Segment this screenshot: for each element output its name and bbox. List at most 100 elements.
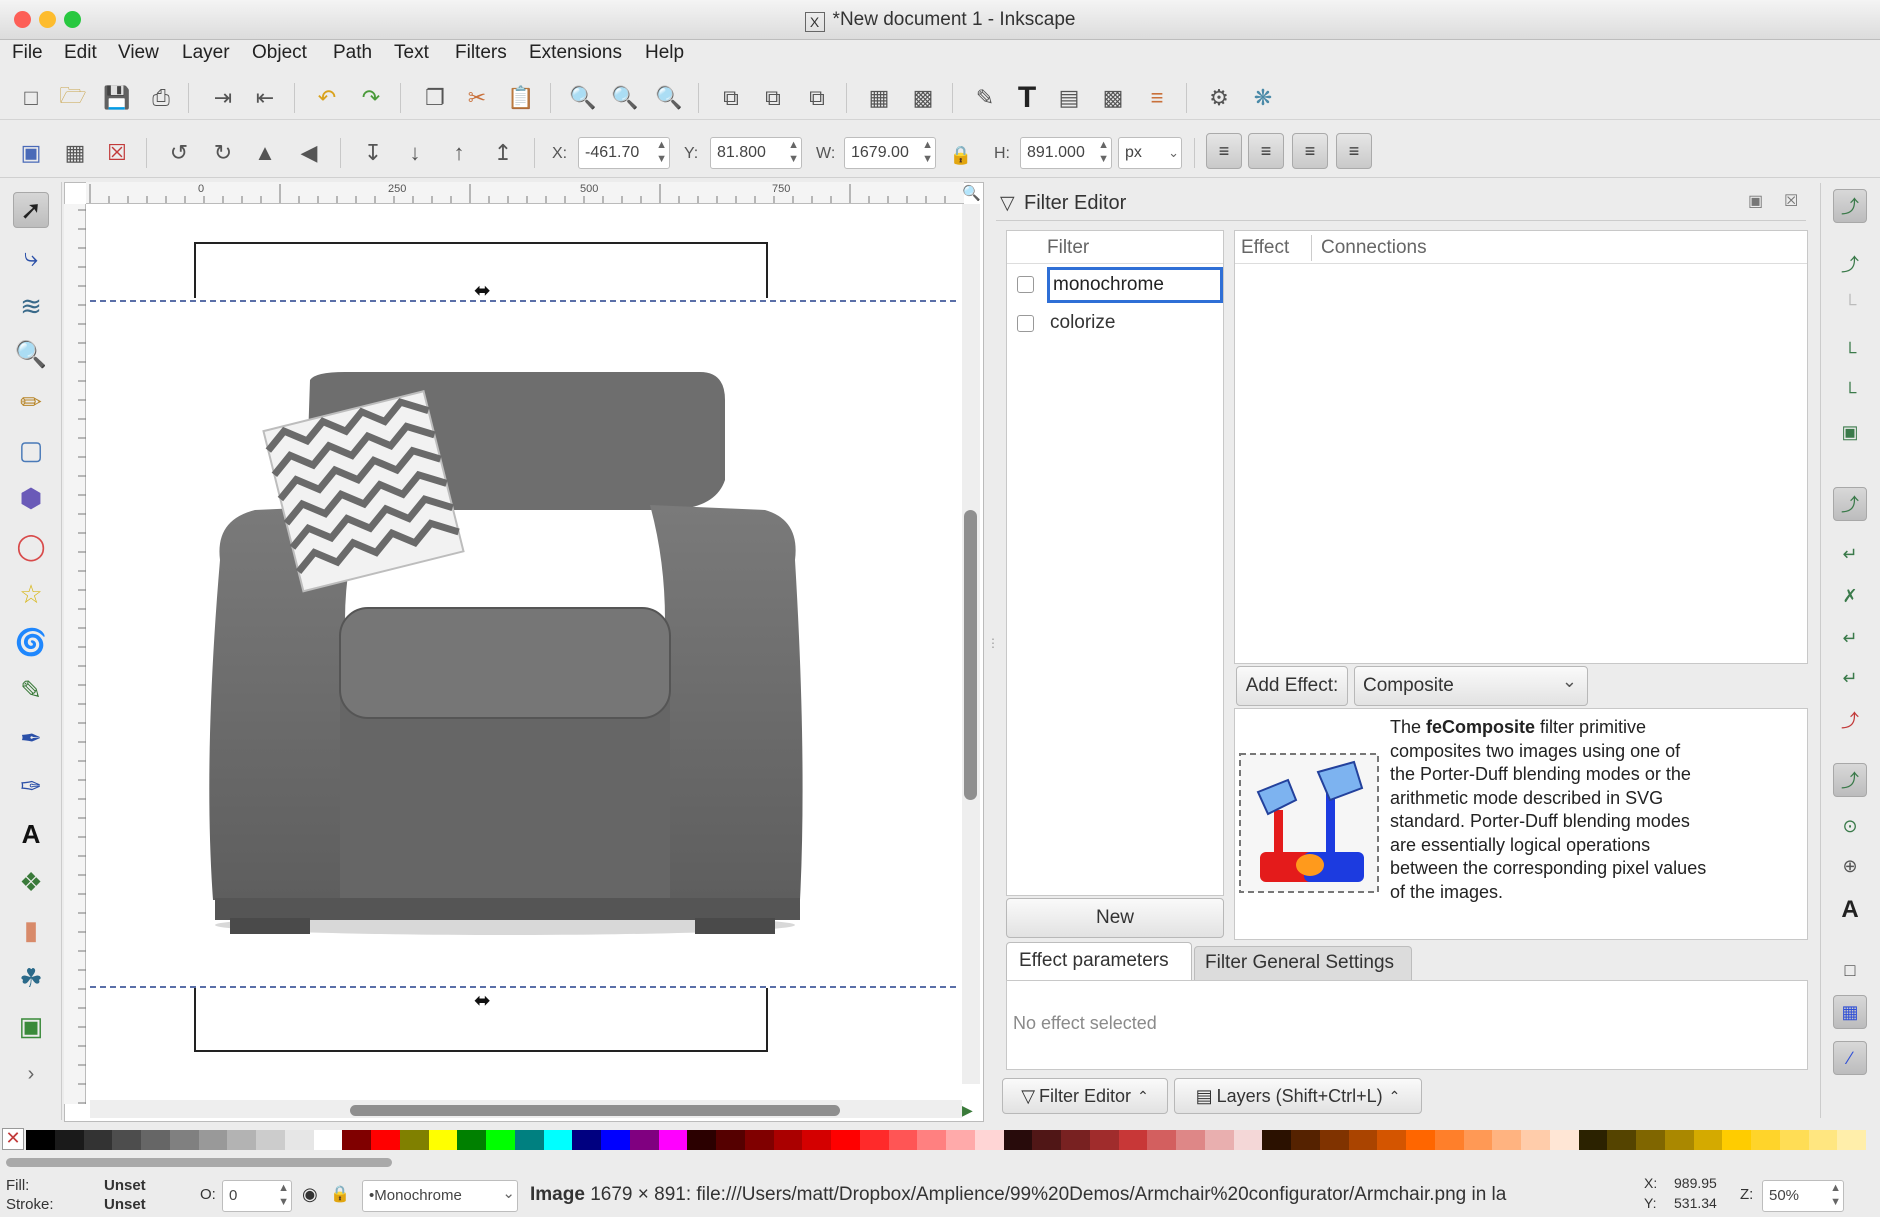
measure-tool-icon[interactable]: ✏ [13, 384, 49, 420]
snap-others-icon[interactable]: ⤴ [1833, 763, 1867, 797]
save-icon[interactable]: 💾 [102, 83, 132, 113]
menu-text[interactable]: Text [394, 42, 429, 64]
color-swatch[interactable] [1406, 1130, 1435, 1150]
snap-rotation-centers-icon[interactable]: ⊕ [1833, 849, 1867, 883]
color-swatch[interactable] [802, 1130, 832, 1150]
paste-icon[interactable]: 📋 [506, 83, 536, 113]
ellipse-tool-icon[interactable]: ◯ [13, 528, 49, 564]
scale-corners-toggle[interactable]: ≡ [1248, 133, 1284, 169]
layers-icon[interactable]: ▤ [1054, 83, 1084, 113]
color-swatch[interactable] [1492, 1130, 1522, 1150]
spin-arrows-icon[interactable]: ▲ ▼ [922, 138, 933, 166]
unlink-clone-icon[interactable]: ⧉ [802, 83, 832, 113]
spin-arrows-icon[interactable]: ▲ ▼ [1098, 138, 1109, 166]
eraser-tool-icon[interactable]: ▮ [13, 912, 49, 948]
color-swatch[interactable] [1664, 1130, 1694, 1150]
snap-object-centers-icon[interactable]: ⊙ [1833, 809, 1867, 843]
selector-tool-icon[interactable]: ➚ [13, 192, 49, 228]
dock-tab-filter-editor[interactable]: ▽ Filter Editor ⌃ [1002, 1078, 1168, 1114]
vertical-scroll-thumb[interactable] [964, 510, 977, 800]
paint-bucket-tool-icon[interactable]: ☘ [13, 960, 49, 996]
color-swatch[interactable] [1434, 1130, 1464, 1150]
copy-icon[interactable]: ❐ [420, 83, 450, 113]
dock-tab-layers[interactable]: ▤ Layers (Shift+Ctrl+L) ⌃ [1174, 1078, 1422, 1114]
color-swatch[interactable] [1118, 1130, 1148, 1150]
color-swatch[interactable] [543, 1130, 573, 1150]
snap-page-border-icon[interactable]: □ [1833, 953, 1867, 987]
color-swatch[interactable] [1722, 1130, 1752, 1150]
color-swatch[interactable] [112, 1130, 142, 1150]
spin-arrows-icon[interactable]: ▲ ▼ [656, 138, 667, 166]
snap-midpoints-icon[interactable]: ⤴ [1833, 703, 1867, 737]
menu-path[interactable]: Path [333, 42, 372, 64]
color-swatch[interactable] [1549, 1130, 1579, 1150]
color-swatch[interactable] [227, 1130, 257, 1150]
menu-view[interactable]: View [118, 42, 159, 64]
color-swatch[interactable] [1262, 1130, 1292, 1150]
color-swatch[interactable] [917, 1130, 947, 1150]
color-swatch[interactable] [428, 1130, 458, 1150]
snap-cusp-nodes-icon[interactable]: ↵ [1833, 621, 1867, 655]
pencil-tool-icon[interactable]: ✎ [13, 672, 49, 708]
color-swatch[interactable] [342, 1130, 372, 1150]
undo-icon[interactable]: ↶ [312, 83, 342, 113]
flip-horizontal-icon[interactable]: ▲ [250, 138, 280, 168]
w-input[interactable]: 1679.00 ▲ ▼ [844, 137, 936, 169]
color-swatch[interactable] [888, 1130, 918, 1150]
opacity-input[interactable]: 0 ▲ ▼ [222, 1180, 292, 1212]
select-all-icon[interactable]: ▣ [16, 138, 46, 168]
zoom-tool-icon[interactable]: 🔍 [13, 336, 49, 372]
color-swatch[interactable] [744, 1130, 774, 1150]
text-tool-icon[interactable]: A [13, 816, 49, 852]
color-swatch[interactable] [1061, 1130, 1090, 1150]
tab-effect-parameters[interactable]: Effect parameters [1006, 942, 1192, 982]
horizontal-scroll-thumb[interactable] [350, 1105, 840, 1116]
rotate-ccw-icon[interactable]: ↺ [164, 138, 194, 168]
zoom-page-icon[interactable]: 🔍 [654, 83, 684, 113]
color-swatch[interactable] [1521, 1130, 1550, 1150]
spin-arrows-icon[interactable]: ▲ ▼ [1830, 1181, 1841, 1209]
color-swatch[interactable] [256, 1130, 285, 1150]
rectangle-tool-icon[interactable]: ▢ [13, 432, 49, 468]
color-swatch[interactable] [1837, 1130, 1867, 1150]
color-swatch[interactable] [687, 1130, 717, 1150]
no-paint-swatch[interactable]: ✕ [2, 1128, 24, 1150]
color-swatch[interactable] [1291, 1130, 1320, 1150]
color-swatch[interactable] [1636, 1130, 1665, 1150]
star-tool-icon[interactable]: ☆ [13, 576, 49, 612]
menu-edit[interactable]: Edit [64, 42, 97, 64]
group-icon[interactable]: ▦ [864, 83, 894, 113]
h-input[interactable]: 891.000 ▲ ▼ [1020, 137, 1112, 169]
add-effect-button[interactable]: Add Effect: [1236, 666, 1348, 706]
xml-editor-icon[interactable]: ▩ [1098, 83, 1128, 113]
raise-to-top-icon[interactable]: ↥ [488, 138, 518, 168]
color-swatch[interactable] [974, 1130, 1004, 1150]
tab-filter-general-settings[interactable]: Filter General Settings [1194, 946, 1412, 980]
stroke-value[interactable]: Unset [104, 1196, 146, 1213]
snap-bbox-icon[interactable]: ⤴ [1833, 247, 1867, 281]
snap-grids-icon[interactable]: ▦ [1833, 995, 1867, 1029]
menu-help[interactable]: Help [645, 42, 684, 64]
snap-guides-icon[interactable]: ∕ [1833, 1041, 1867, 1075]
color-swatch[interactable] [1233, 1130, 1263, 1150]
zoom-selection-icon[interactable]: 🔍 [568, 83, 598, 113]
y-input[interactable]: 81.800 ▲ ▼ [710, 137, 802, 169]
lock-layer-icon[interactable]: 🔒 [330, 1184, 350, 1204]
3d-box-tool-icon[interactable]: ⬢ [13, 480, 49, 516]
snap-text-baseline-icon[interactable]: A [1833, 893, 1867, 927]
open-icon[interactable]: 🗁 [58, 83, 88, 113]
color-swatch[interactable] [54, 1130, 84, 1150]
move-patterns-toggle[interactable]: ≡ [1336, 133, 1372, 169]
color-swatch[interactable] [773, 1130, 803, 1150]
scale-stroke-toggle[interactable]: ≡ [1206, 133, 1242, 169]
color-swatch[interactable] [572, 1130, 602, 1150]
snap-nodes-icon[interactable]: ⤴ [1833, 487, 1867, 521]
snap-bbox-corners-icon[interactable]: └ [1833, 335, 1867, 369]
color-swatch[interactable] [1003, 1130, 1033, 1150]
spray-tool-icon[interactable]: ❖ [13, 864, 49, 900]
menu-filters[interactable]: Filters [455, 42, 507, 64]
color-swatch[interactable] [457, 1130, 487, 1150]
filter-name-edit-monochrome[interactable]: monochrome [1047, 267, 1223, 303]
snap-paths-icon[interactable]: ↵ [1833, 537, 1867, 571]
clone-icon[interactable]: ⧉ [758, 83, 788, 113]
